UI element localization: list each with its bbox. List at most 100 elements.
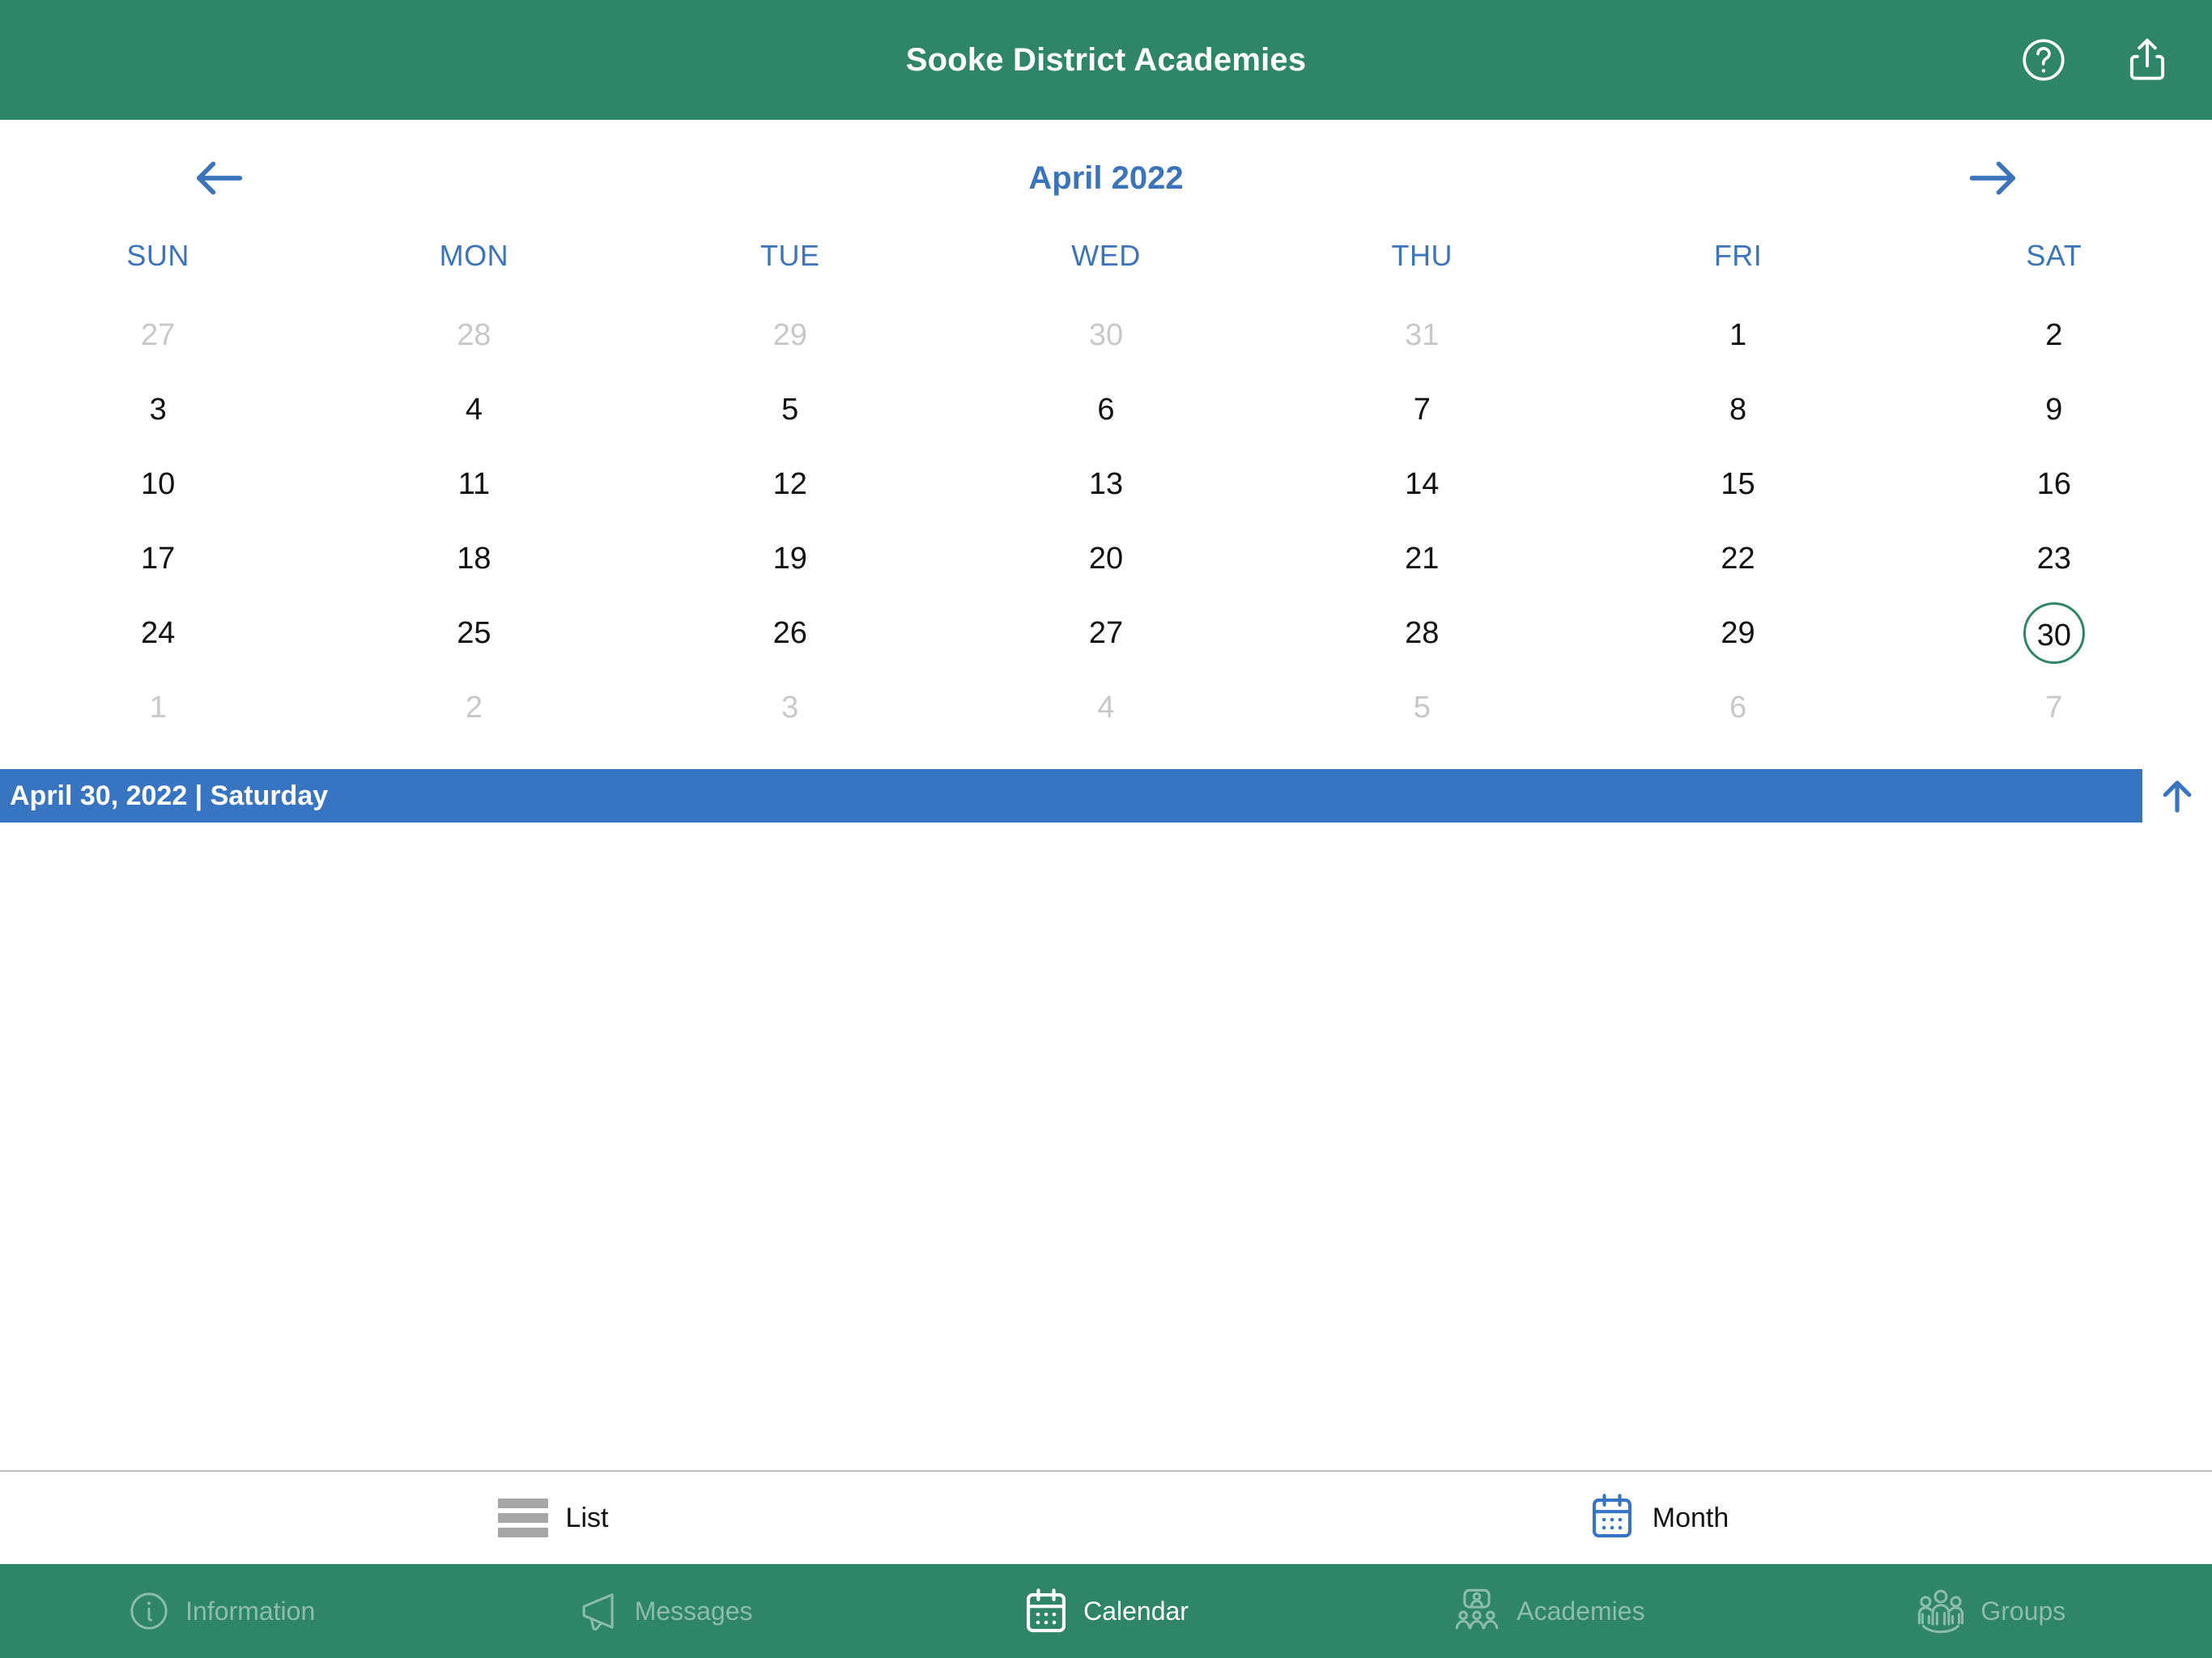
tab-information-label: Information	[185, 1596, 316, 1626]
weekday-header: SUN MON TUE WED THU FRI SAT	[0, 225, 2212, 287]
megaphone-icon	[575, 1589, 620, 1633]
date-cell[interactable]: 28	[1264, 596, 1580, 670]
arrow-right-icon[interactable]	[1957, 148, 2030, 208]
date-cell[interactable]: 20	[948, 521, 1264, 596]
date-cell[interactable]: 3	[632, 670, 948, 745]
date-grid: 27 28 29 30 31 1 2 3 4 5 6 7 8 9 10 11 12 13 14 15 16 17 18 19 2…	[0, 298, 2212, 745]
date-number: 4	[465, 393, 483, 427]
date-cell[interactable]: 7	[1264, 372, 1580, 447]
date-number: 9	[2045, 393, 2063, 427]
arrow-left-icon[interactable]	[182, 148, 255, 208]
weekday-fri: FRI	[1713, 239, 1763, 272]
bottom-tab-bar: Information Messages Calendar Academies …	[0, 1564, 2212, 1658]
date-number: 10	[141, 467, 176, 501]
tab-calendar[interactable]: Calendar	[885, 1588, 1327, 1635]
date-number: 18	[457, 542, 491, 576]
month-title: April 2022	[1028, 159, 1184, 196]
date-cell[interactable]: 8	[1580, 372, 1895, 447]
date-cell[interactable]: 4	[316, 372, 632, 447]
date-cell[interactable]: 31	[1264, 298, 1580, 372]
date-number: 16	[2036, 467, 2071, 501]
share-icon[interactable]	[2118, 31, 2176, 89]
app-root: Sooke District Academies April 2022 SUN …	[0, 0, 2212, 1658]
date-cell[interactable]: 3	[0, 372, 316, 447]
date-cell[interactable]: 26	[632, 596, 948, 670]
date-number: 27	[1088, 616, 1124, 650]
academies-icon	[1452, 1588, 1502, 1635]
date-cell[interactable]: 15	[1580, 447, 1895, 521]
selected-day-bar-row: April 30, 2022 | Saturday	[0, 769, 2212, 823]
date-cell[interactable]: 9	[1896, 372, 2212, 447]
view-option-list[interactable]: List	[0, 1499, 1106, 1537]
date-number: 6	[1097, 393, 1115, 427]
date-number: 4	[1097, 691, 1115, 725]
date-number: 31	[1405, 318, 1440, 352]
date-cell[interactable]: 12	[632, 447, 948, 521]
date-number: 20	[1088, 542, 1124, 576]
date-cell[interactable]: 19	[632, 521, 948, 596]
date-cell[interactable]: 21	[1264, 521, 1580, 596]
page-title: Sooke District Academies	[905, 41, 1307, 78]
date-cell[interactable]: 5	[632, 372, 948, 447]
date-number: 25	[457, 616, 491, 650]
date-number: 15	[1721, 467, 1755, 501]
tab-academies[interactable]: Academies	[1327, 1588, 1769, 1635]
date-number: 22	[1721, 542, 1755, 576]
date-cell[interactable]: 24	[0, 596, 316, 670]
date-cell[interactable]: 6	[1580, 670, 1895, 745]
date-number: 30	[2023, 602, 2085, 664]
date-cell[interactable]: 23	[1896, 521, 2212, 596]
date-number: 12	[772, 467, 807, 501]
date-number: 29	[772, 318, 807, 352]
date-cell[interactable]: 29	[632, 298, 948, 372]
weekday-tue: TUE	[759, 239, 820, 272]
arrow-up-icon[interactable]	[2142, 769, 2212, 823]
date-number: 8	[1729, 393, 1747, 427]
selected-day-bar[interactable]: April 30, 2022 | Saturday	[0, 769, 2142, 823]
date-cell[interactable]: 5	[1264, 670, 1580, 745]
date-cell[interactable]: 6	[948, 372, 1264, 447]
tab-academies-label: Academies	[1516, 1596, 1645, 1626]
date-cell[interactable]: 14	[1264, 447, 1580, 521]
date-cell[interactable]: 28	[316, 298, 632, 372]
date-cell[interactable]: 2	[316, 670, 632, 745]
help-circle-icon[interactable]	[2014, 31, 2073, 89]
date-cell[interactable]: 10	[0, 447, 316, 521]
date-cell[interactable]: 1	[0, 670, 316, 745]
tab-information[interactable]: Information	[0, 1589, 442, 1633]
view-switcher: List Month	[0, 1470, 2212, 1564]
date-cell[interactable]: 2	[1896, 298, 2212, 372]
date-cell[interactable]: 30	[1896, 596, 2212, 670]
date-cell[interactable]: 27	[0, 298, 316, 372]
date-cell[interactable]: 13	[948, 447, 1264, 521]
header-actions	[2014, 0, 2176, 120]
date-cell[interactable]: 4	[948, 670, 1264, 745]
date-number: 1	[1729, 318, 1747, 352]
date-number: 3	[781, 691, 799, 725]
date-number: 5	[1413, 691, 1431, 725]
view-option-month[interactable]: Month	[1106, 1493, 2212, 1544]
date-cell[interactable]: 22	[1580, 521, 1895, 596]
date-number: 2	[2045, 318, 2063, 352]
date-cell[interactable]: 29	[1580, 596, 1895, 670]
date-cell[interactable]: 16	[1896, 447, 2212, 521]
month-navigation: April 2022	[0, 141, 2212, 215]
date-number: 29	[1721, 616, 1755, 650]
tab-messages[interactable]: Messages	[442, 1589, 884, 1633]
date-cell[interactable]: 30	[948, 298, 1264, 372]
tab-groups[interactable]: Groups	[1770, 1588, 2212, 1634]
info-circle-icon	[127, 1589, 171, 1633]
weekday-wed: WED	[1071, 239, 1141, 272]
groups-icon	[1916, 1588, 1966, 1634]
events-list[interactable]	[0, 823, 2212, 1470]
tab-groups-label: Groups	[1980, 1596, 2066, 1626]
date-cell[interactable]: 25	[316, 596, 632, 670]
view-option-month-label: Month	[1652, 1502, 1729, 1533]
date-cell[interactable]: 18	[316, 521, 632, 596]
date-cell[interactable]: 1	[1580, 298, 1895, 372]
date-cell[interactable]: 7	[1896, 670, 2212, 745]
date-cell[interactable]: 17	[0, 521, 316, 596]
date-cell[interactable]: 27	[948, 596, 1264, 670]
date-cell[interactable]: 11	[316, 447, 632, 521]
date-number: 13	[1088, 467, 1124, 501]
